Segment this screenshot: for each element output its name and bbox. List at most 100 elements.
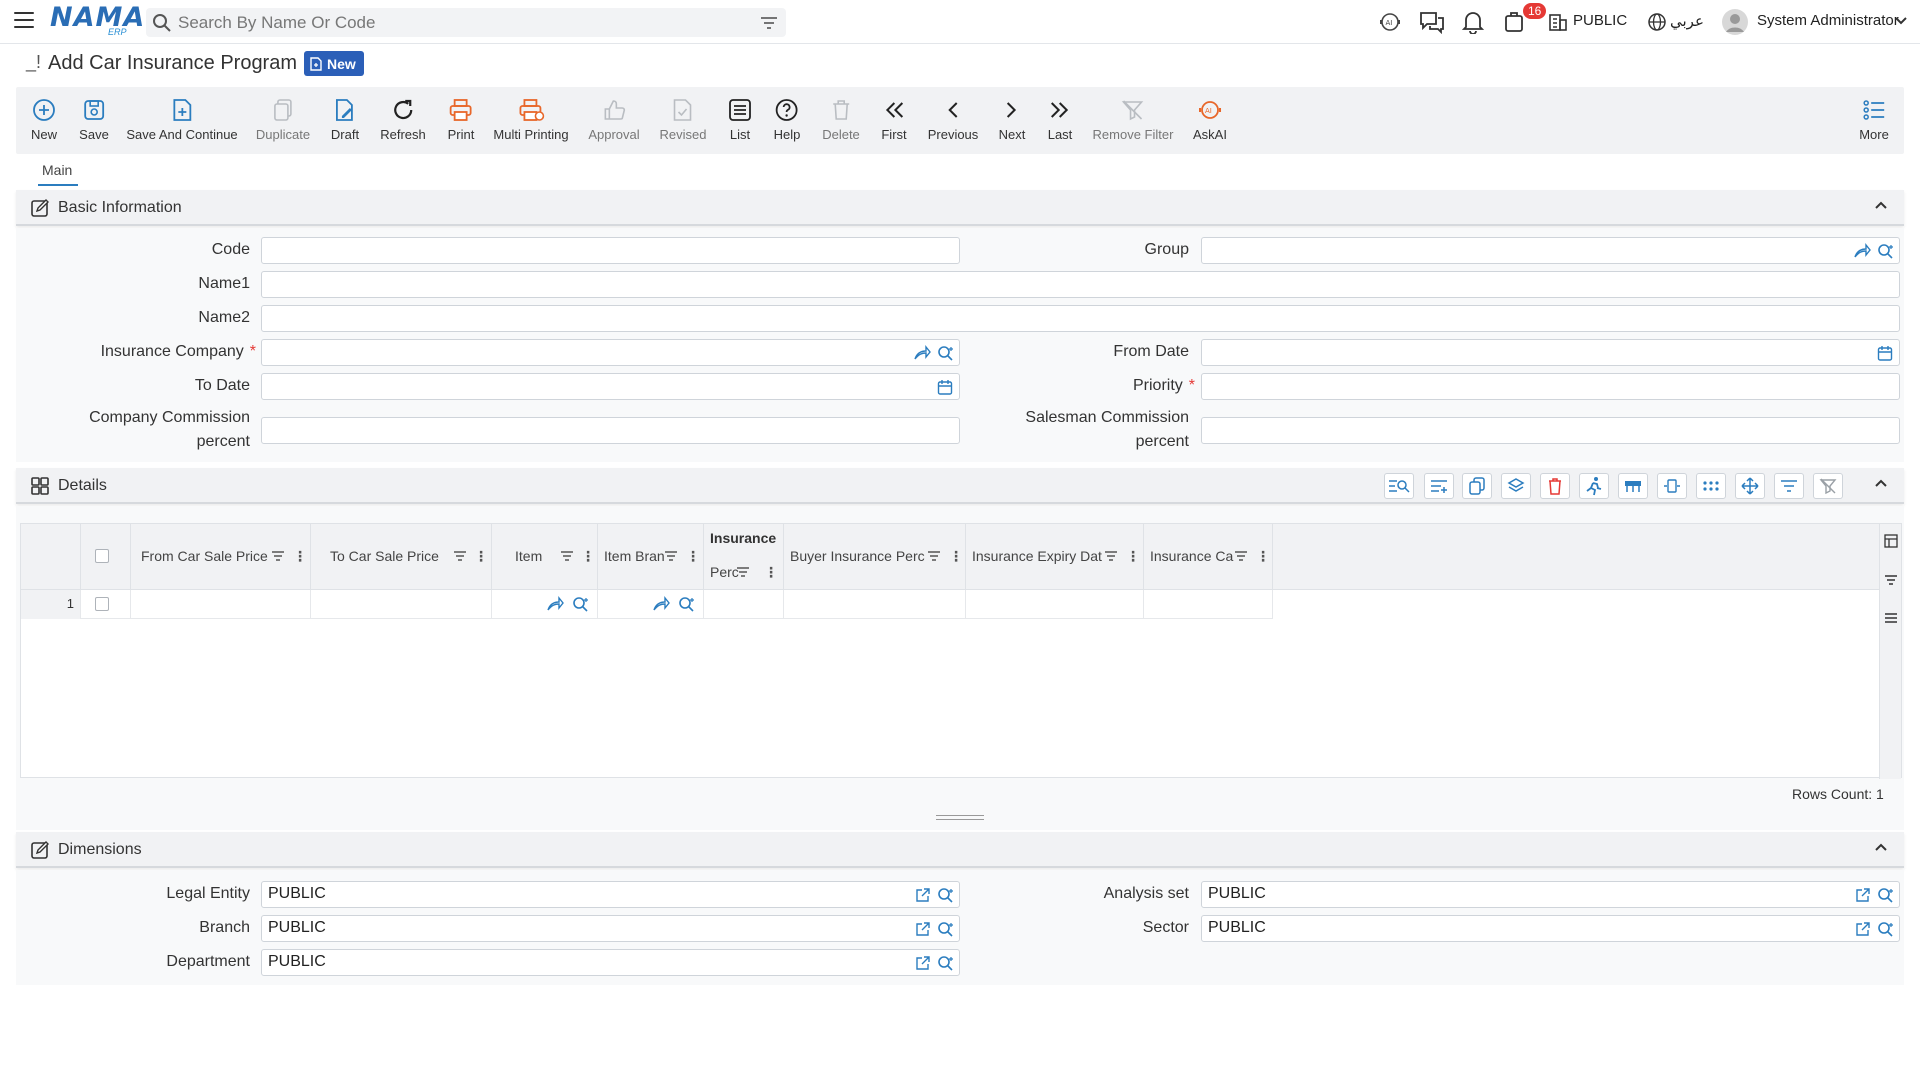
to-car-sale-price-cell[interactable]	[311, 590, 492, 619]
dimensions-header[interactable]: Dimensions	[16, 832, 1904, 868]
list-button[interactable]: List	[728, 97, 752, 142]
salesman-commission-field[interactable]	[1201, 417, 1900, 444]
search-icon[interactable]	[937, 921, 955, 937]
grid-freeze-button[interactable]	[1618, 473, 1648, 499]
grid-add-row-button[interactable]	[1424, 473, 1454, 499]
last-button[interactable]: Last	[1048, 97, 1072, 142]
next-button[interactable]: Next	[999, 97, 1025, 142]
basic-information-header[interactable]: Basic Information	[16, 190, 1904, 226]
search-icon[interactable]	[937, 887, 955, 903]
search-icon[interactable]	[1877, 921, 1895, 937]
table-row[interactable]: 1	[21, 590, 1273, 619]
chevron-down-icon[interactable]	[1894, 16, 1908, 26]
column-menu-icon[interactable]: ⋮	[581, 548, 595, 565]
item-brand-cell[interactable]	[598, 590, 704, 619]
grid-density-button[interactable]	[1696, 473, 1726, 499]
globe-icon[interactable]	[1647, 12, 1667, 32]
chevron-up-icon[interactable]	[1874, 842, 1888, 852]
filter-icon[interactable]	[760, 15, 778, 31]
language-switch[interactable]: عربي	[1670, 12, 1704, 30]
row-checkbox[interactable]	[95, 597, 109, 611]
filter-icon[interactable]	[1884, 574, 1898, 586]
column-menu-icon[interactable]: ⋮	[474, 548, 488, 565]
remove-filter-button[interactable]: Remove Filter	[1093, 97, 1173, 142]
search-icon[interactable]	[937, 345, 955, 361]
legal-entity-field[interactable]: PUBLIC	[261, 881, 960, 908]
priority-field[interactable]	[1201, 373, 1900, 400]
askai-button[interactable]: AI AskAI	[1193, 97, 1227, 142]
share-icon[interactable]	[546, 596, 564, 612]
filter-icon[interactable]	[1234, 550, 1248, 562]
share-icon[interactable]	[913, 345, 931, 361]
sector-field[interactable]: PUBLIC	[1201, 915, 1900, 942]
approval-button[interactable]: Approval	[588, 97, 640, 142]
column-menu-icon[interactable]: ⋮	[293, 548, 307, 565]
column-item[interactable]: Item ⋮	[492, 524, 598, 590]
column-buyer-insurance-percent[interactable]: Buyer Insurance Perc ⋮	[784, 524, 966, 590]
menu-icon[interactable]	[14, 12, 34, 30]
branch-field[interactable]: PUBLIC	[261, 915, 960, 942]
filter-icon[interactable]	[560, 550, 574, 562]
bell-icon[interactable]	[1462, 10, 1484, 34]
code-field[interactable]	[261, 237, 960, 264]
grid-copy-button[interactable]	[1462, 473, 1492, 499]
refresh-button[interactable]: Refresh	[380, 97, 426, 142]
from-car-sale-price-cell[interactable]	[131, 590, 311, 619]
company-commission-field[interactable]	[261, 417, 960, 444]
column-menu-icon[interactable]: ⋮	[1256, 548, 1270, 565]
department-field[interactable]: PUBLIC	[261, 949, 960, 976]
grid-remove-filter-button[interactable]	[1813, 473, 1843, 499]
grid-move-button[interactable]	[1735, 473, 1765, 499]
chat-icon[interactable]	[1419, 10, 1445, 34]
share-icon[interactable]	[1853, 243, 1871, 259]
grid-fit-button[interactable]	[1657, 473, 1687, 499]
name1-field[interactable]	[261, 271, 1900, 298]
duplicate-button[interactable]: Duplicate	[256, 97, 310, 142]
grid-run-button[interactable]	[1579, 473, 1609, 499]
to-date-field[interactable]	[261, 373, 960, 400]
calendar-icon[interactable]	[1877, 345, 1893, 361]
external-link-icon[interactable]	[915, 887, 931, 903]
chevron-up-icon[interactable]	[1874, 200, 1888, 210]
resize-handle[interactable]	[936, 815, 984, 820]
analysis-set-field[interactable]: PUBLIC	[1201, 881, 1900, 908]
new-button[interactable]: New	[31, 97, 57, 142]
tab-main[interactable]: Main	[42, 162, 72, 178]
help-button[interactable]: Help	[774, 97, 800, 142]
pin-icon[interactable]: _!	[26, 52, 41, 73]
ai-assistant-icon[interactable]: AI	[1378, 10, 1402, 34]
calendar-icon[interactable]	[937, 379, 953, 395]
column-menu-icon[interactable]: ⋮	[764, 564, 778, 581]
global-search[interactable]: Search By Name Or Code	[146, 8, 786, 37]
search-icon[interactable]	[1877, 887, 1895, 903]
select-all-checkbox[interactable]	[95, 549, 109, 563]
group-field[interactable]	[1201, 237, 1900, 264]
filter-icon[interactable]	[927, 550, 941, 562]
search-icon[interactable]	[937, 955, 955, 971]
item-cell[interactable]	[492, 590, 598, 619]
external-link-icon[interactable]	[915, 921, 931, 937]
filter-icon[interactable]	[736, 566, 750, 578]
from-date-field[interactable]	[1201, 339, 1900, 366]
buyer-insurance-percent-cell[interactable]	[784, 590, 966, 619]
delete-button[interactable]: Delete	[822, 97, 860, 142]
filter-icon[interactable]	[453, 550, 467, 562]
filter-icon[interactable]	[271, 550, 285, 562]
entity-label[interactable]: PUBLIC	[1573, 12, 1627, 29]
insurance-company-field[interactable]	[261, 339, 960, 366]
external-link-icon[interactable]	[1855, 921, 1871, 937]
insurance-percent-cell[interactable]	[704, 590, 784, 619]
external-link-icon[interactable]	[1855, 887, 1871, 903]
columns-icon[interactable]	[1884, 534, 1898, 548]
print-button[interactable]: Print	[448, 97, 474, 142]
search-icon[interactable]	[678, 596, 696, 612]
name2-field[interactable]	[261, 305, 1900, 332]
more-button[interactable]: More	[1859, 97, 1889, 142]
external-link-icon[interactable]	[915, 955, 931, 971]
grid-search-button[interactable]	[1384, 473, 1414, 499]
app-logo[interactable]: NAMA ERP	[50, 4, 145, 40]
share-icon[interactable]	[652, 596, 670, 612]
chevron-up-icon[interactable]	[1874, 478, 1888, 488]
insurance-category-cell[interactable]	[1144, 590, 1273, 619]
draft-button[interactable]: Draft	[331, 97, 359, 142]
